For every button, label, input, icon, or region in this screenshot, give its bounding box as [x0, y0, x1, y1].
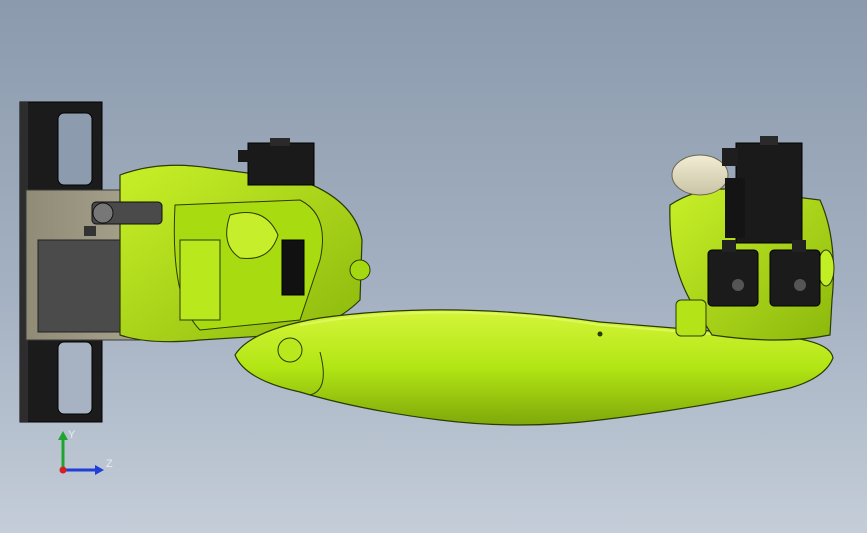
robot-arm-3d-model[interactable]	[0, 0, 867, 533]
wrist-motor	[722, 136, 803, 244]
shoulder-motor	[238, 138, 315, 186]
z-axis-arrow-icon	[95, 465, 104, 475]
y-axis-arrow-icon	[58, 431, 68, 440]
graphics-viewport[interactable]: Y Z	[0, 0, 867, 533]
orientation-triad: Y Z	[58, 429, 113, 475]
z-axis-label: Z	[106, 458, 113, 470]
y-axis-label: Y	[68, 429, 76, 441]
shoulder-housing	[91, 164, 371, 343]
x-axis-dot-icon	[59, 466, 67, 474]
